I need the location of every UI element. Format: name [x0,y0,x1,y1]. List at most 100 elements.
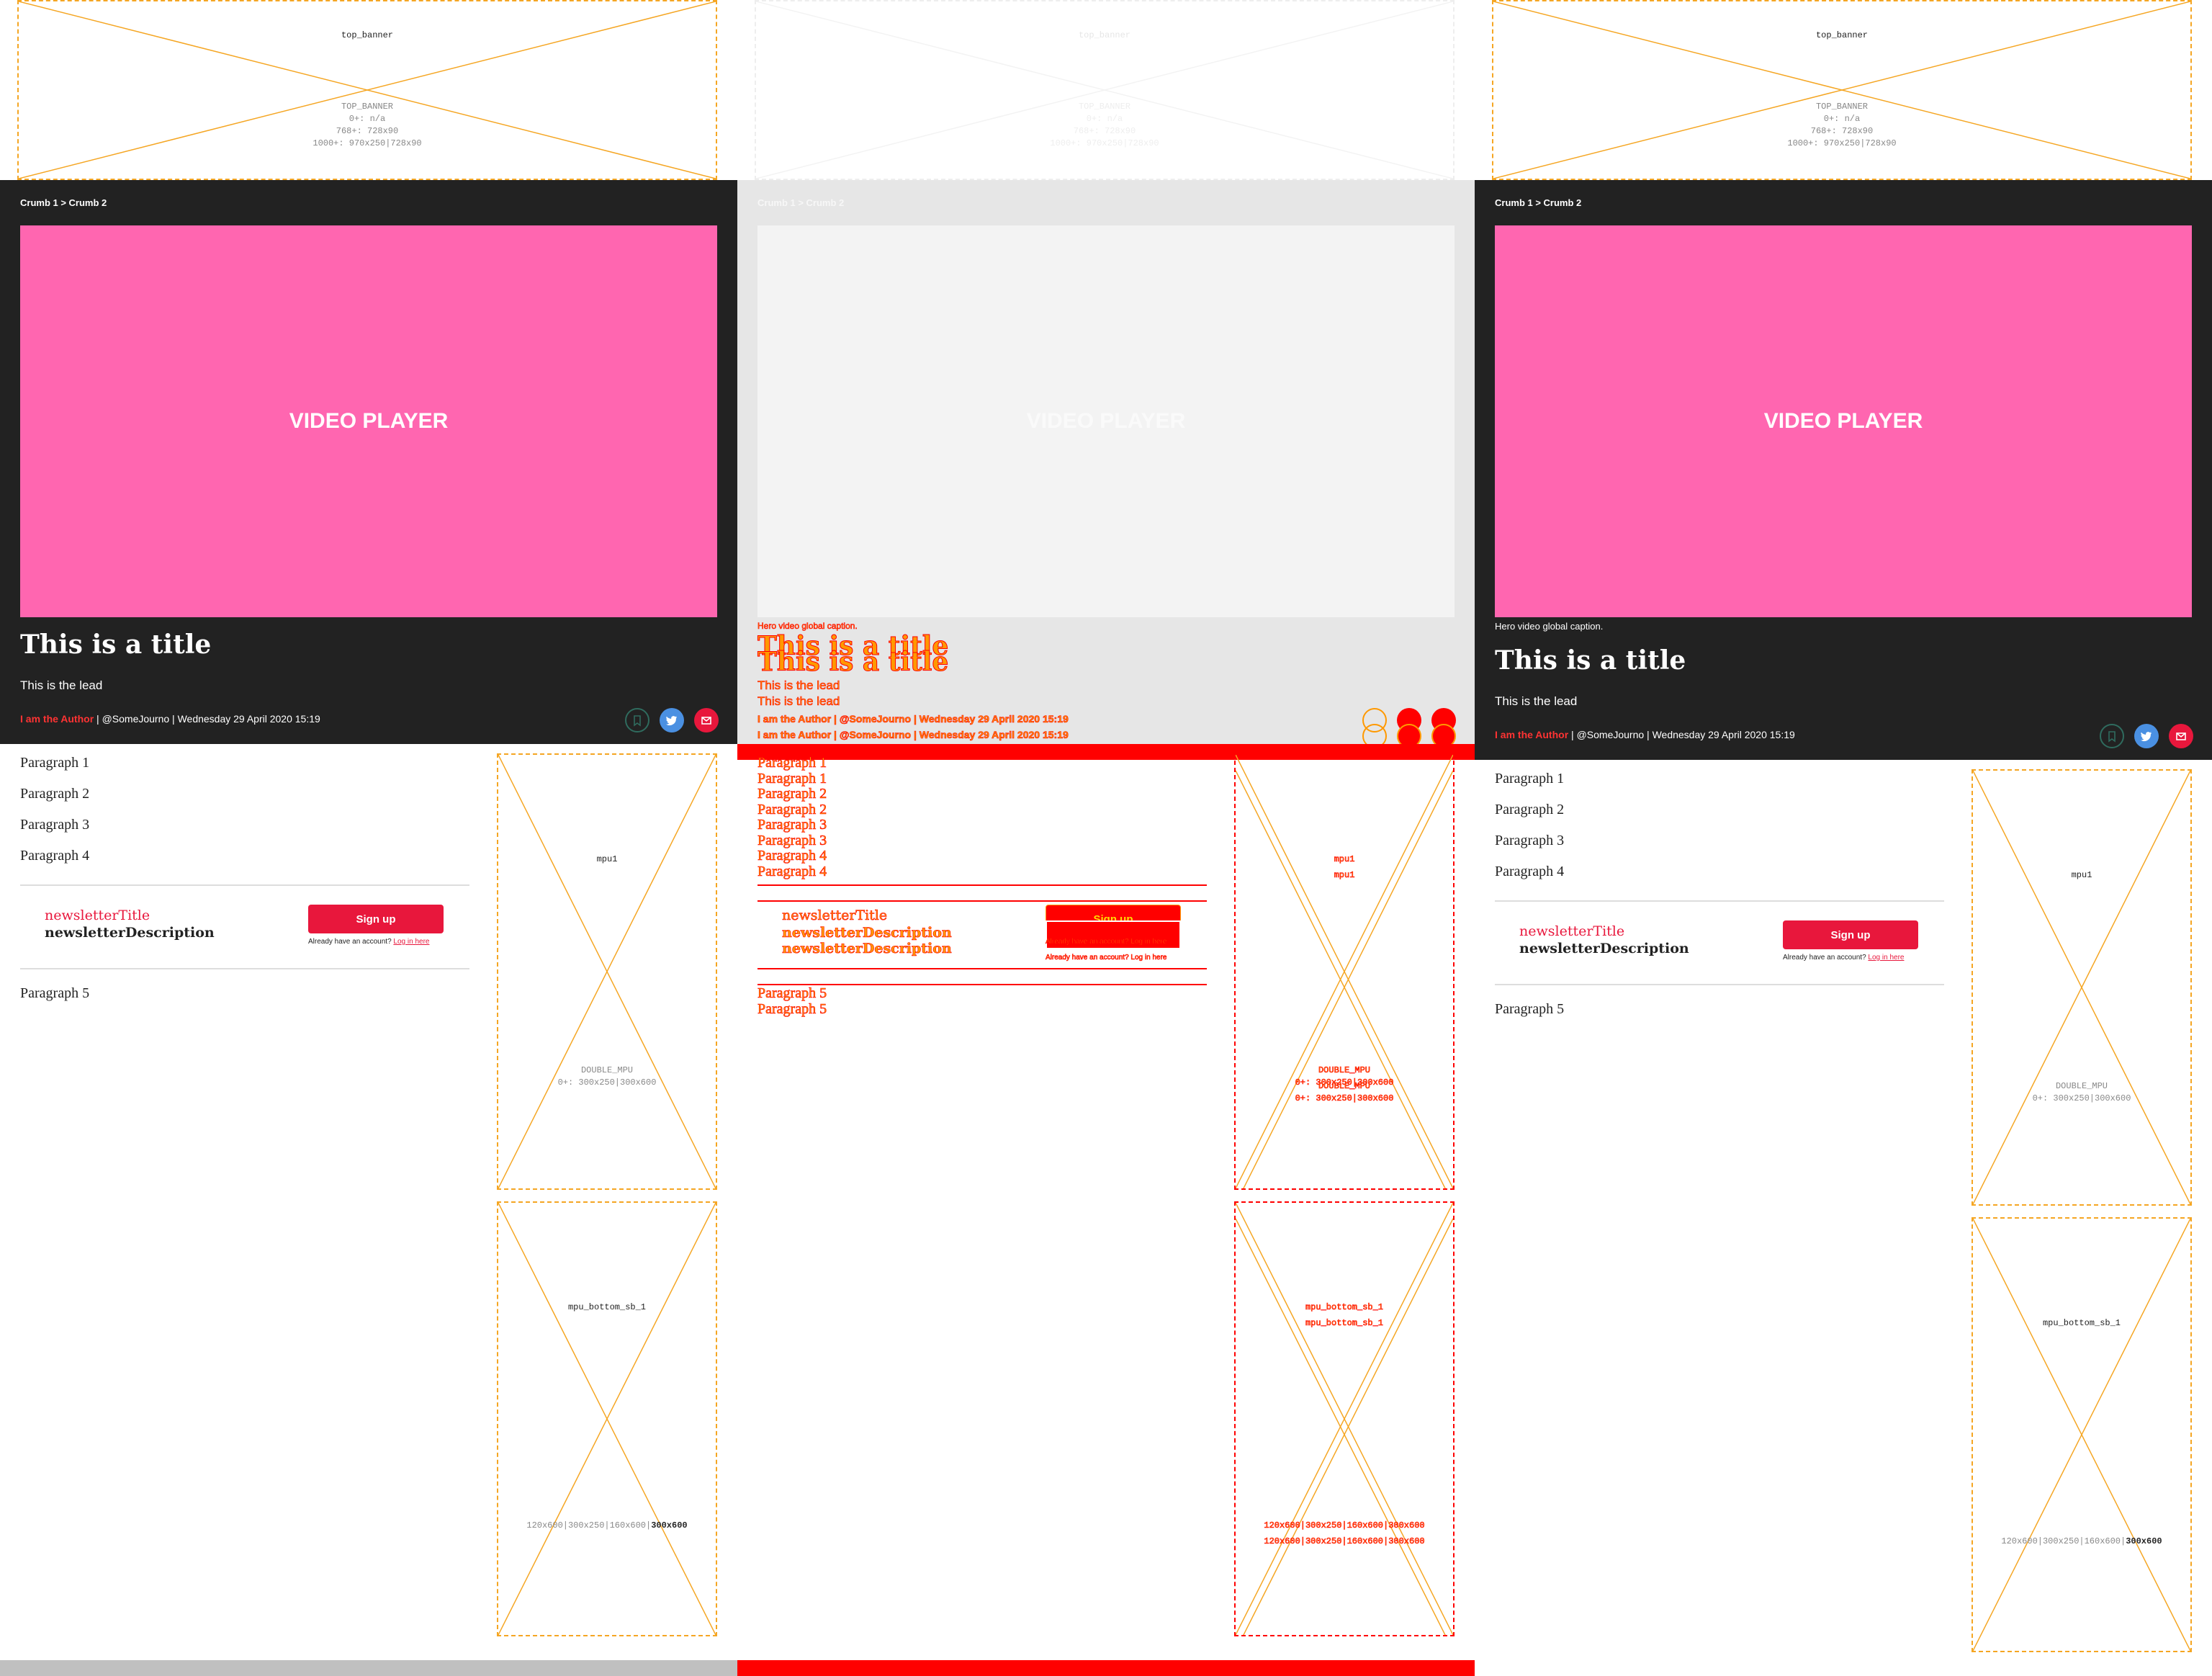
email-icon[interactable] [694,708,719,732]
article-lead: This is the lead [1495,694,1578,708]
ad-slot-spec: 120x600|300x250|160x600|300x600 [526,1520,688,1531]
login-link[interactable]: Log in here [393,938,429,946]
page-title-shifted: This is a title [757,647,949,678]
paragraph: Paragraph 4 [757,848,827,864]
sign-up-button[interactable]: Sign up [308,905,444,933]
article-header: Crumb 1 > Crumb 2 VIDEO PLAYER This is a… [0,180,737,744]
ad-slot-name: mpu1 [596,854,618,864]
paragraph: Paragraph 2 [757,802,827,818]
mpu1-ad-slot: mpu1 DOUBLE_MPU 0+: 300x250|300x600 [1972,769,2192,1206]
paragraph: Paragraph 2 [757,786,827,802]
paragraph: Paragraph 3 [1495,833,1565,848]
paragraph: Paragraph 5 [20,985,90,1001]
ad-slot-spec: TOP_BANNER 0+: n/a 768+: 728x90 1000+: 970x… [1050,102,1159,148]
login-prompt: Already have an account? Log in here [1783,954,1905,962]
login-prompt: Already have an account? Log in here [308,938,430,946]
video-caption: Hero video global caption. [757,621,858,632]
page-title: This is a title [1495,645,1686,676]
ad-slot-spec: DOUBLE_MPU 0+: 300x250|300x600 [557,1065,657,1088]
ad-slot-spec: TOP_BANNER 0+: n/a 768+: 728x90 1000+: 970x… [313,102,422,148]
paragraph: Paragraph 1 [1495,771,1565,787]
article-header: Crumb 1 > Crumb 2 VIDEO PLAYER Hero vide… [1475,180,2212,760]
divider [20,884,469,886]
footer-bar [0,1660,737,1676]
byline: I am the Author | @SomeJourno | Wednesda… [1495,729,1795,740]
byline: I am the Author | @SomeJourno | Wednesda… [20,713,320,725]
newsletter-title: newsletterTitle [782,908,888,924]
article-header: Crumb 1 > Crumb 2 VIDEO PLAYER Hero vide… [737,180,1475,748]
email-icon[interactable] [2169,724,2193,748]
article-lead: This is the lead [757,678,840,693]
top-banner-ad-slot: top_banner TOP_BANNER 0+: n/a 768+: 728x90… [17,0,717,180]
ad-slot-name: top_banner [1815,30,1868,40]
page-title: This is a title [20,629,212,660]
video-caption: Hero video global caption. [1495,621,1604,632]
top-banner-ad-slot: top_banner TOP_BANNER 0+: n/a 768+: 728x90… [755,0,1455,180]
breadcrumb[interactable]: Crumb 1 > Crumb 2 [1495,197,1581,208]
ad-slot-name: top_banner [1078,30,1130,40]
divider [1495,984,1944,985]
paragraph: Paragraph 1 [757,755,827,771]
author-link[interactable]: I am the Author [20,713,94,725]
paragraph: Paragraph 3 [757,817,827,833]
newsletter-title: newsletterTitle [1519,923,1625,939]
paragraph: Paragraph 3 [757,833,827,849]
article-lead: This is the lead [20,678,103,692]
ad-slot-name: mpu1 [1334,870,1355,881]
breadcrumb[interactable]: Crumb 1 > Crumb 2 [757,197,844,208]
paragraph: Paragraph 5 [757,985,827,1002]
ad-slot-spec: DOUBLE_MPU 0+: 300x250|300x600 [1295,1081,1394,1104]
login-prompt: Already have an account? Log in here [1046,938,1167,946]
mpu1-ad-slot: mpu1 DOUBLE_MPU 0+: 300x250|300x600 [497,753,717,1190]
paragraph: Paragraph 2 [20,786,90,802]
paragraph: Paragraph 5 [1495,1001,1565,1017]
ad-slot-spec: 120x600|300x250|160x600|300x600 [2001,1536,2162,1546]
video-player[interactable]: VIDEO PLAYER [757,225,1455,617]
paragraph: Paragraph 2 [1495,802,1565,817]
panel-current: top_banner TOP_BANNER 0+: n/a 768+: 728x90… [1475,0,2212,1676]
paragraph: Paragraph 4 [20,848,90,864]
paragraph: Paragraph 4 [1495,864,1565,879]
newsletter-description: newsletterDescription [782,941,952,957]
newsletter-description: newsletterDescription [45,925,215,941]
top-banner-ad-slot: top_banner TOP_BANNER 0+: n/a 768+: 728x90… [1492,0,2192,180]
ad-slot-spec: TOP_BANNER 0+: n/a 768+: 728x90 1000+: 970x… [1787,102,1897,148]
paragraph: Paragraph 3 [20,817,90,833]
byline: I am the Author | @SomeJourno | Wednesda… [757,713,1069,725]
breadcrumb[interactable]: Crumb 1 > Crumb 2 [20,197,107,208]
paragraph: Paragraph 4 [757,864,827,880]
paragraph: Paragraph 1 [20,755,90,771]
video-player[interactable]: VIDEO PLAYER [1495,225,2192,617]
ad-slot-name: mpu1 [2071,870,2092,880]
divider [757,968,1207,969]
mpu-bottom-ad-slot: mpu_bottom_sb_1 120x600|300x250|160x600|… [497,1201,717,1636]
mpu1-ad-slot: mpu1 mpu1 DOUBLE_MPU 0+: 300x250|300x600 … [1234,753,1455,1190]
twitter-icon[interactable] [660,708,684,732]
panel-diff: top_banner TOP_BANNER 0+: n/a 768+: 728x90… [737,0,1475,1676]
author-link[interactable]: I am the Author [1495,729,1568,740]
ad-slot-name: top_banner [341,30,393,40]
twitter-icon[interactable] [2134,724,2159,748]
panel-baseline: top_banner TOP_BANNER 0+: n/a 768+: 728x90… [0,0,737,1676]
newsletter-title: newsletterTitle [45,908,150,923]
divider [757,884,1207,886]
paragraph: Paragraph 1 [757,771,827,787]
paragraph: Paragraph 5 [757,1001,827,1018]
article-lead-shifted: This is the lead [757,694,840,709]
divider [20,968,469,969]
login-link[interactable]: Log in here [1868,954,1904,962]
ad-slot-name: mpu_bottom_sb_1 [1305,1318,1384,1329]
mpu-bottom-ad-slot: mpu_bottom_sb_1 120x600|300x250|160x600|… [1972,1217,2192,1652]
bookmark-icon[interactable] [625,708,649,732]
divider [1495,900,1944,902]
divider [757,900,1207,902]
newsletter-description: newsletterDescription [1519,941,1689,956]
login-prompt: Already have an account? Log in here [1046,954,1167,962]
ad-slot-name: mpu_bottom_sb_1 [1305,1302,1384,1313]
ad-slot-spec: 120x600|300x250|160x600|300x600 [1264,1520,1425,1531]
video-player[interactable]: VIDEO PLAYER [20,225,717,617]
bookmark-icon[interactable] [2100,724,2124,748]
sign-up-button[interactable]: Sign up [1783,920,1918,949]
byline-shifted: I am the Author | @SomeJourno | Wednesda… [757,729,1069,741]
mpu-bottom-ad-slot: mpu_bottom_sb_1 mpu_bottom_sb_1 120x600|… [1234,1201,1455,1636]
